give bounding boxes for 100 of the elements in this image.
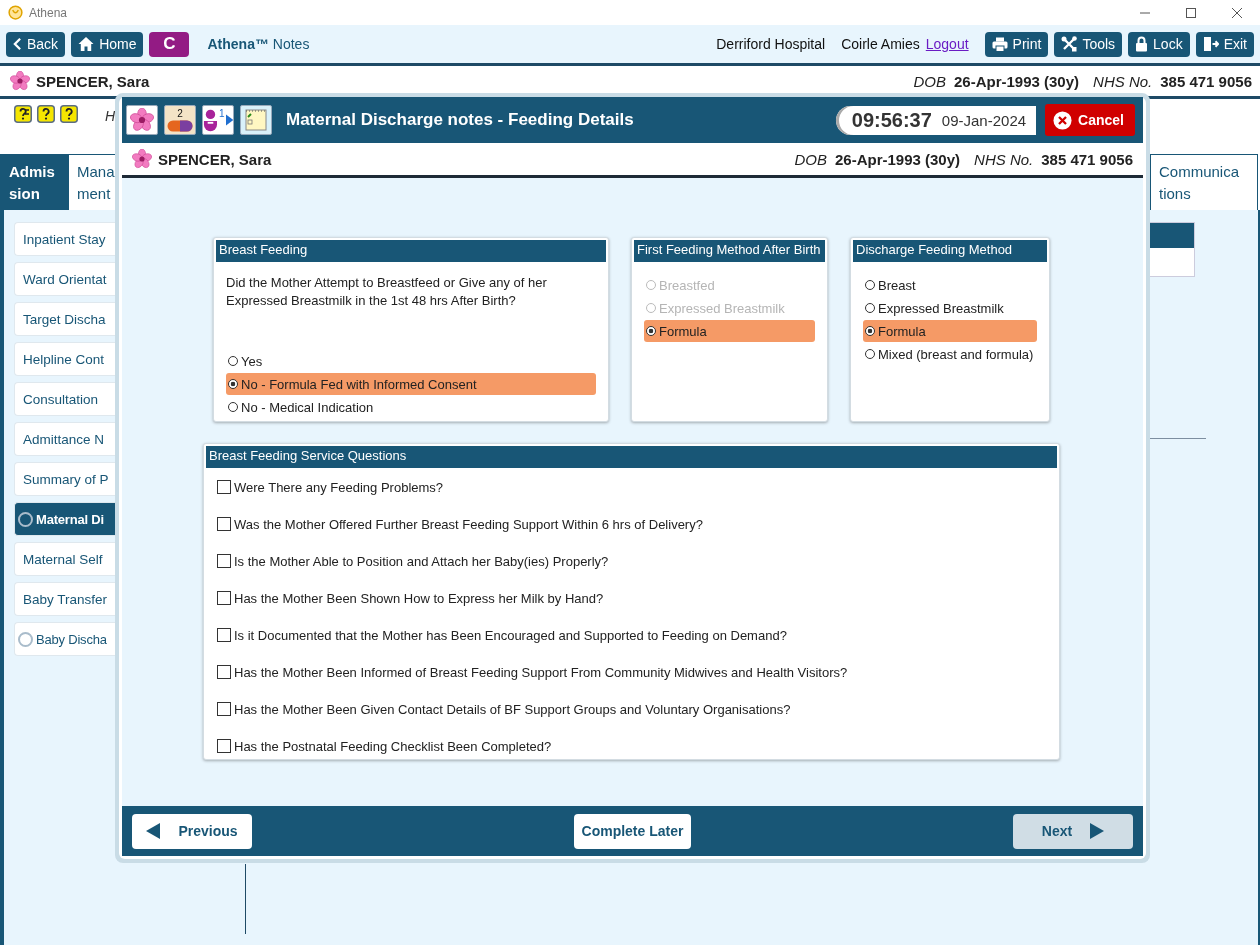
radio-icon <box>646 303 656 313</box>
window-title: Athena <box>29 5 68 20</box>
close-icon <box>1231 6 1243 19</box>
sidebar-item[interactable]: Baby Transfer <box>14 582 115 616</box>
radio-option[interactable]: No - Medical Indication <box>226 396 596 418</box>
radio-option[interactable]: No - Formula Fed with Informed Consent <box>226 373 596 395</box>
triangle-left-icon <box>146 823 161 839</box>
app-name: Athena™ Notes <box>207 36 310 52</box>
header-text: H <box>105 108 116 124</box>
cancel-button[interactable]: Cancel <box>1045 104 1135 136</box>
sidebar-item[interactable]: Baby Discha <box>14 622 115 656</box>
app-button[interactable]: C <box>149 31 190 57</box>
date-text: 09-Jan-2024 <box>941 111 1027 129</box>
tab[interactable]: Mana ment <box>68 154 118 210</box>
help-icon <box>37 105 55 123</box>
radio-icon <box>228 356 238 366</box>
radio-icon <box>865 349 875 359</box>
baby-button[interactable]: 1 <box>202 105 234 135</box>
checkbox[interactable] <box>217 591 231 605</box>
dob-value: 26-Apr-1993 (30y) <box>835 150 961 168</box>
door-arrow-icon <box>1202 36 1219 52</box>
sidebar-item[interactable]: Ward Orientat <box>14 262 115 296</box>
radio-option[interactable]: Mixed (breast and formula) <box>863 343 1037 365</box>
radio-icon <box>865 303 875 313</box>
patient-name: SPENCER, Sara <box>158 150 272 168</box>
close-circle-icon <box>1053 110 1073 130</box>
checkbox-label[interactable]: Is it Documented that the Mother has Been Encouraged and Supported to Feeding on Demand? <box>234 627 787 643</box>
checkbox-label[interactable]: Has the Mother Been Informed of Breast Feeding Support From Community Midwives and Health Visitors? <box>234 664 848 680</box>
sidebar-item[interactable]: Maternal Di <box>14 502 115 536</box>
checkbox[interactable] <box>217 554 231 568</box>
flower-icon <box>132 149 152 169</box>
radio-icon <box>646 280 656 290</box>
exit-button[interactable]: Exit <box>1195 31 1254 57</box>
question-text: Did the Mother Attempt to Breastfeed or Give any of her Expressed Breastmilk in the 1st 48 hrs After Birth? <box>226 274 548 310</box>
medication-button[interactable]: 2 <box>164 105 196 135</box>
dialog-title: Maternal Discharge notes - Feeding Details <box>286 110 634 130</box>
dob-label: DOB <box>913 72 946 90</box>
sidebar-item[interactable]: Inpatient Stay <box>14 222 115 256</box>
patient-name: SPENCER, Sara <box>36 72 150 90</box>
crossed-tools-icon <box>1061 36 1078 52</box>
nhs-label: NHS No. <box>974 150 1034 168</box>
checkbox[interactable] <box>217 739 231 753</box>
lock-icon <box>1135 36 1149 52</box>
checkbox-label[interactable]: Has the Postnatal Feeding Checklist Been Completed? <box>234 738 552 754</box>
sidebar-item[interactable]: Helpline Cont <box>14 342 115 376</box>
sidebar-item[interactable]: Summary of P <box>14 462 115 496</box>
checkbox-label[interactable]: Has the Mother Been Given Contact Details of BF Support Groups and Voluntary Organisations? <box>234 701 791 717</box>
checkbox[interactable] <box>217 517 231 531</box>
radio-option[interactable]: Expressed Breastmilk <box>863 297 1037 319</box>
previous-button[interactable]: Previous <box>132 813 252 849</box>
flower-icon <box>10 71 30 91</box>
capsule-icon <box>167 120 193 132</box>
back-button[interactable]: Back <box>6 31 66 57</box>
chevron-left-icon <box>13 37 22 51</box>
circle-icon <box>18 511 33 527</box>
circle-icon <box>18 631 33 647</box>
lock-button[interactable]: Lock <box>1128 31 1190 57</box>
radio-option: Expressed Breastmilk <box>644 297 815 319</box>
nhs-label: NHS No. <box>1093 72 1153 90</box>
help-icon <box>60 105 78 123</box>
print-button[interactable]: Print <box>984 31 1049 57</box>
checkbox[interactable] <box>217 628 231 642</box>
printer-icon <box>991 36 1008 52</box>
sidebar-item[interactable]: Admittance N <box>14 422 115 456</box>
radio-option: Breastfed <box>644 274 815 296</box>
checkbox-label[interactable]: Is the Mother Able to Position and Attach her Baby(ies) Properly? <box>234 553 609 569</box>
tools-button[interactable]: Tools <box>1054 31 1123 57</box>
radio-option[interactable]: Formula <box>644 320 815 342</box>
dob-value: 26-Apr-1993 (30y) <box>954 72 1080 90</box>
user-name: Coirle Amies <box>841 36 920 52</box>
logout-link[interactable]: Logout <box>925 36 969 52</box>
sidebar-item[interactable]: Maternal Self <box>14 542 115 576</box>
radio-option[interactable]: Breast <box>863 274 1037 296</box>
play-icon <box>225 114 233 126</box>
help-list-icon <box>14 105 32 123</box>
checkbox-label[interactable]: Has the Mother Been Shown How to Express her Milk by Hand? <box>234 590 604 606</box>
sidebar-item[interactable]: Consultation <box>14 382 115 416</box>
home-icon <box>78 36 95 52</box>
radio-option[interactable]: Formula <box>863 320 1037 342</box>
radio-icon <box>228 379 238 389</box>
checkbox-label[interactable]: Was the Mother Offered Further Breast Feeding Support Within 6 hrs of Delivery? <box>234 516 703 532</box>
checkbox[interactable] <box>217 665 231 679</box>
checkbox[interactable] <box>217 480 231 494</box>
complete-later-button[interactable]: Complete Later <box>573 813 692 849</box>
person-icon <box>203 108 218 132</box>
home-button[interactable]: Home <box>71 31 144 57</box>
time-text: 09:56:37 <box>851 108 932 132</box>
flower-button[interactable] <box>126 105 158 135</box>
radio-option[interactable]: Yes <box>226 350 596 372</box>
app-logo-icon <box>8 5 23 20</box>
triangle-right-icon <box>1090 823 1105 839</box>
nhs-number: 385 471 9056 <box>1041 150 1133 168</box>
checkbox[interactable] <box>217 702 231 716</box>
nhs-number: 385 471 9056 <box>1160 72 1252 90</box>
flower-icon <box>130 108 154 132</box>
tab[interactable]: Communica tions <box>1150 154 1258 210</box>
checkbox-label[interactable]: Were There any Feeding Problems? <box>234 479 444 495</box>
group-title: First Feeding Method After Birth <box>634 240 825 262</box>
sidebar-item[interactable]: Target Discha <box>14 302 115 336</box>
tab[interactable]: Admis sion <box>0 154 68 210</box>
